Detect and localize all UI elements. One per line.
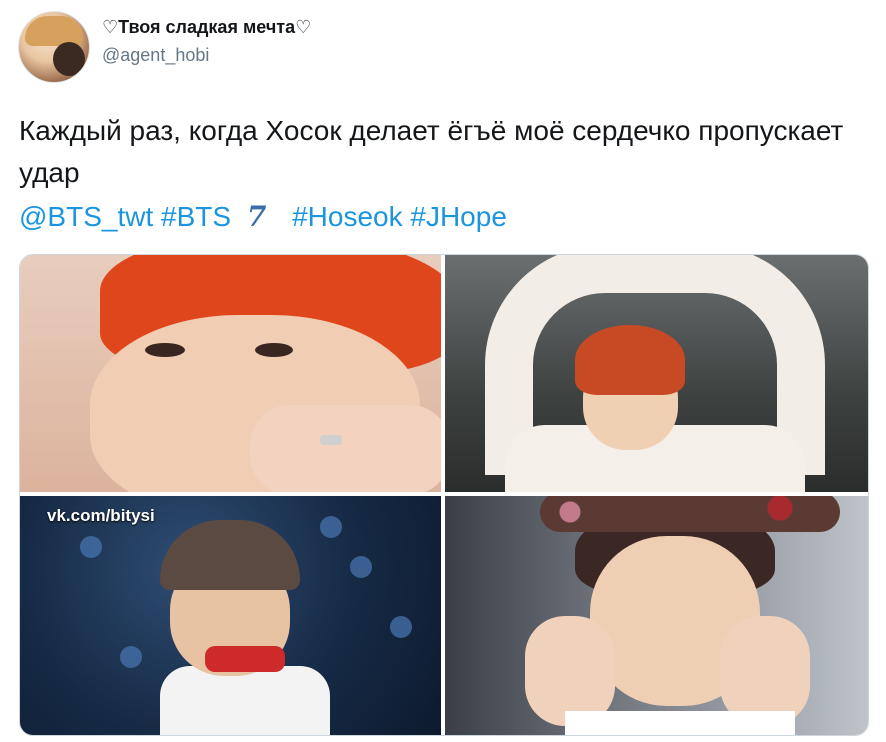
display-name[interactable]: ♡Твоя сладкая мечта♡ — [102, 17, 311, 38]
photo-1[interactable] — [20, 255, 441, 492]
mention-link[interactable]: @BTS_twt — [19, 201, 153, 232]
photo-4-flower-crown — [540, 496, 840, 532]
photo-1-eye — [145, 343, 185, 357]
photo-1-eye — [255, 343, 293, 357]
hashtag-hoseok[interactable]: #Hoseok — [292, 201, 403, 232]
seven-emoji-icon: 7 — [246, 200, 267, 233]
photo-2[interactable] — [445, 255, 868, 492]
user-handle[interactable]: @agent_hobi — [102, 45, 209, 66]
avatar-hair — [25, 16, 83, 46]
photo-4-shirt — [565, 711, 795, 735]
photo-3-scarf — [205, 646, 285, 672]
photo-1-hand — [250, 405, 441, 492]
photo-1-ring — [320, 435, 342, 445]
photo-3-shirt — [160, 666, 330, 735]
photo-4[interactable] — [445, 496, 868, 735]
avatar[interactable] — [18, 11, 90, 83]
photo-4-hand-left — [525, 616, 615, 726]
watermark-text: vk.com/bitysi — [47, 506, 155, 525]
media-grid: vk.com/bitysi — [19, 254, 869, 736]
photo-2-hair — [575, 325, 685, 395]
hashtag-jhope[interactable]: #JHope — [410, 201, 507, 232]
avatar-second-figure — [53, 42, 85, 76]
hashtag-bts[interactable]: #BTS — [161, 201, 231, 232]
photo-3-hat — [160, 520, 300, 590]
tweet-tags: @BTS_twt #BTS 7 #Hoseok #JHope — [19, 196, 869, 238]
tweet-text: Каждый раз, когда Хосок делает ёгъё моё … — [19, 115, 844, 188]
photo-4-hand-right — [720, 616, 810, 726]
photo-3[interactable]: vk.com/bitysi — [20, 496, 441, 735]
